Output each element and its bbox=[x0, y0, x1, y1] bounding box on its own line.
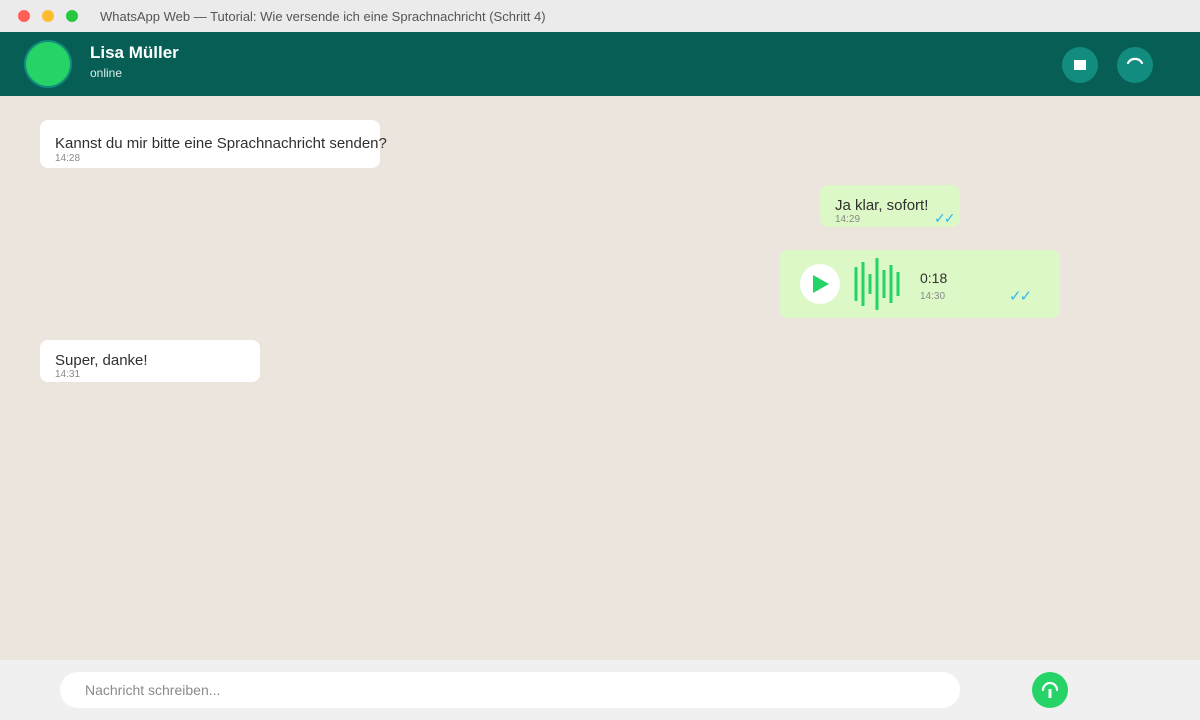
message-text: Super, danke! bbox=[55, 352, 148, 369]
voice-message[interactable]: 0:18 14:30 ✓✓ bbox=[780, 250, 1060, 318]
waveform-bar bbox=[854, 267, 858, 301]
contact-name[interactable]: Lisa Müller bbox=[90, 43, 179, 63]
voice-call-button[interactable] bbox=[1117, 47, 1153, 83]
read-receipt-icon: ✓✓ bbox=[934, 210, 956, 226]
message-text: Ja klar, sofort! bbox=[835, 197, 929, 214]
record-voice-button[interactable] bbox=[1032, 672, 1068, 708]
maximize-window-button[interactable] bbox=[66, 10, 78, 22]
read-receipt-icon: ✓✓ bbox=[1009, 288, 1032, 305]
contact-avatar[interactable] bbox=[24, 40, 72, 88]
chat-header: Lisa Müller online bbox=[0, 32, 1200, 96]
message-time: 14:30 bbox=[920, 291, 946, 302]
play-voice-button[interactable] bbox=[800, 264, 840, 304]
message-text: Kannst du mir bitte eine Sprachnachricht… bbox=[55, 135, 387, 152]
message-incoming[interactable]: Kannst du mir bitte eine Sprachnachricht… bbox=[40, 120, 387, 168]
phone-icon bbox=[1126, 57, 1144, 65]
composer-bar bbox=[0, 660, 1200, 720]
waveform-bar bbox=[882, 270, 886, 298]
message-outgoing[interactable]: Ja klar, sofort! 14:29 ✓✓ bbox=[820, 185, 960, 227]
contact-status: online bbox=[90, 66, 123, 80]
microphone-icon bbox=[1041, 681, 1059, 698]
video-icon bbox=[1074, 60, 1086, 70]
minimize-window-button[interactable] bbox=[42, 10, 54, 22]
play-icon bbox=[813, 275, 829, 293]
waveform-bar bbox=[896, 272, 900, 296]
video-call-button[interactable] bbox=[1062, 47, 1098, 83]
message-time: 14:28 bbox=[55, 153, 81, 164]
message-time: 14:31 bbox=[55, 369, 81, 380]
voice-duration: 0:18 bbox=[920, 270, 948, 286]
waveform-bar bbox=[861, 262, 865, 306]
window-title: WhatsApp Web — Tutorial: Wie versende ic… bbox=[100, 9, 546, 24]
waveform-bar bbox=[875, 258, 879, 310]
waveform-bar bbox=[868, 274, 872, 294]
message-input[interactable] bbox=[60, 672, 960, 708]
window-titlebar: WhatsApp Web — Tutorial: Wie versende ic… bbox=[0, 0, 1200, 32]
voice-waveform[interactable] bbox=[854, 258, 914, 310]
waveform-bar bbox=[889, 265, 893, 303]
message-time: 14:29 bbox=[835, 214, 861, 225]
message-incoming[interactable]: Super, danke! 14:31 bbox=[40, 340, 260, 382]
close-window-button[interactable] bbox=[18, 10, 30, 22]
